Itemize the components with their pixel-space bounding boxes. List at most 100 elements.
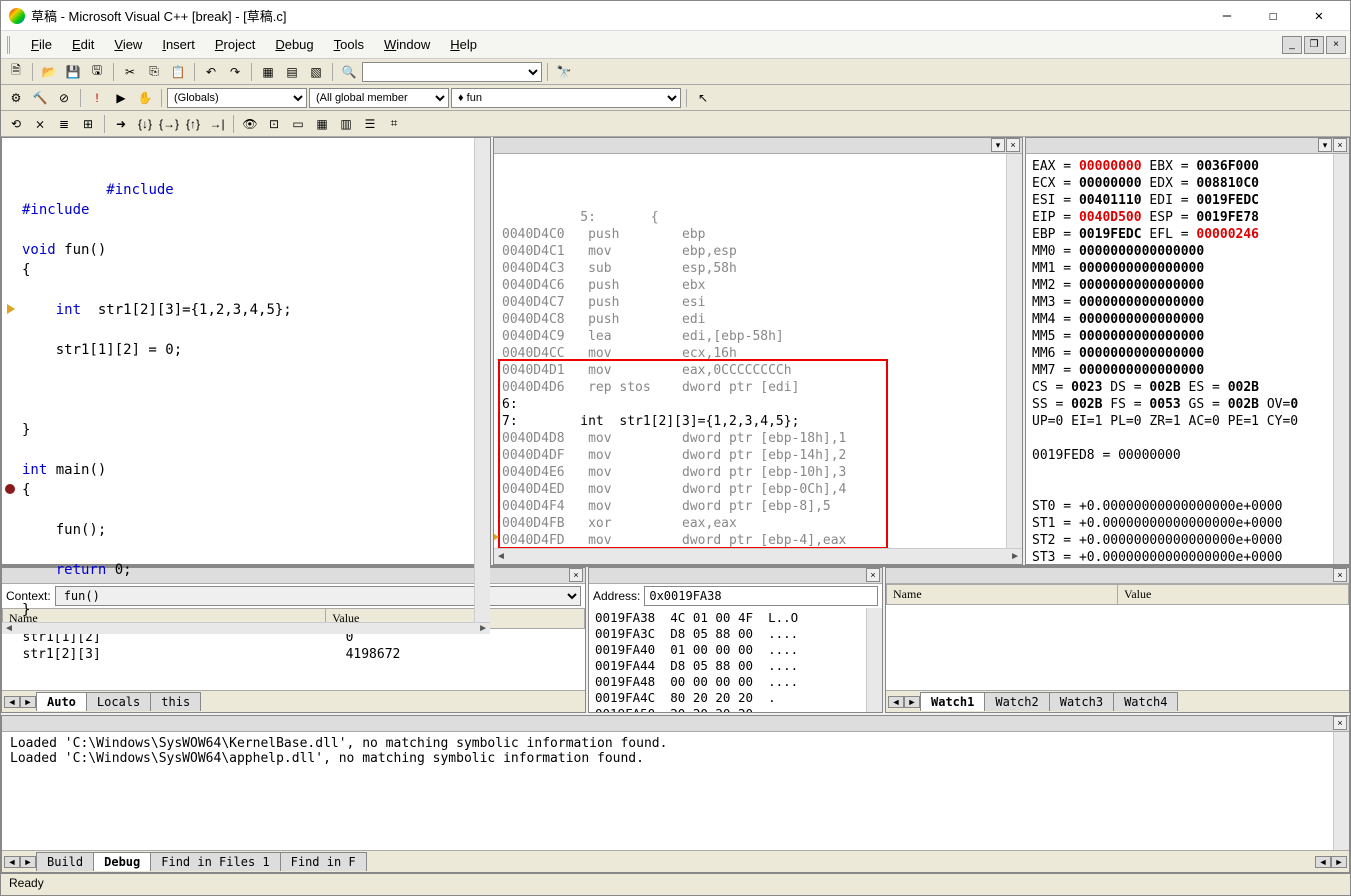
pane-close-icon[interactable]: ×	[1333, 716, 1347, 730]
watch-table[interactable]: NameValue	[886, 584, 1349, 690]
menu-project[interactable]: Project	[205, 34, 265, 55]
compile-icon[interactable]: ⚙	[5, 87, 27, 109]
wand-icon[interactable]: ↖	[692, 87, 714, 109]
tab-watch4[interactable]: Watch4	[1113, 692, 1178, 711]
tab-find-in-files-1[interactable]: Find in Files 1	[150, 852, 280, 871]
step-over-icon[interactable]: {→}	[158, 113, 180, 135]
pane-close-icon[interactable]: ×	[569, 568, 583, 582]
pane-close-icon[interactable]: ×	[1006, 138, 1020, 152]
paste-icon[interactable]: 📋	[167, 61, 189, 83]
asm-vscroll[interactable]	[1006, 154, 1022, 548]
close-button[interactable]: ✕	[1296, 2, 1342, 30]
titlebar[interactable]: 草稿 - Microsoft Visual C++ [break] - [草稿.…	[1, 1, 1350, 31]
mdi-minimize[interactable]: _	[1282, 36, 1302, 54]
callstack-icon[interactable]: ☰	[359, 113, 381, 135]
source-editor[interactable]: #include #include void fun() { int str1[…	[2, 138, 474, 622]
registers-view[interactable]: EAX = 00000000 EBX = 0036F000 ECX = 0000…	[1026, 154, 1333, 564]
workspace-icon[interactable]: ▦	[257, 61, 279, 83]
execute-icon[interactable]: !	[86, 87, 108, 109]
pane-close-icon[interactable]: ×	[866, 568, 880, 582]
scroll-right-icon[interactable]: ►	[1331, 856, 1347, 868]
apply-icon[interactable]: ⊞	[77, 113, 99, 135]
find-icon[interactable]: 🔍	[338, 61, 360, 83]
find-combo[interactable]	[362, 62, 542, 82]
asm-hscroll[interactable]: ◄►	[494, 548, 1022, 564]
restart-icon[interactable]: ⟲	[5, 113, 27, 135]
tab-find-in-f[interactable]: Find in F	[280, 852, 367, 871]
reg-vscroll[interactable]	[1333, 154, 1349, 564]
binoculars-icon[interactable]: 🔭	[553, 61, 575, 83]
minimize-button[interactable]: —	[1204, 2, 1250, 30]
mem-vscroll[interactable]	[866, 608, 882, 712]
menu-debug[interactable]: Debug	[265, 34, 323, 55]
pane-close-icon[interactable]: ×	[1333, 138, 1347, 152]
menu-help[interactable]: Help	[440, 34, 487, 55]
registers-icon[interactable]: ▦	[311, 113, 333, 135]
watch-icon[interactable]: ⊡	[263, 113, 285, 135]
scope-combo[interactable]: (Globals)	[167, 88, 307, 108]
step-into-icon[interactable]: {↓}	[134, 113, 156, 135]
pane-min-icon[interactable]: ▾	[1318, 138, 1332, 152]
tab-prev-icon[interactable]: ◄	[4, 856, 20, 868]
tab-debug[interactable]: Debug	[93, 852, 151, 871]
disassembly-view[interactable]: 5: { 0040D4C0 push ebp 0040D4C1 mov ebp,…	[494, 154, 1006, 548]
variables-icon[interactable]: ▭	[287, 113, 309, 135]
mdi-close[interactable]: ×	[1326, 36, 1346, 54]
tab-this[interactable]: this	[150, 692, 201, 711]
cascade-icon[interactable]: ▧	[305, 61, 327, 83]
quickwatch-icon[interactable]: 👁	[239, 113, 261, 135]
mdi-restore[interactable]: ❐	[1304, 36, 1324, 54]
build-icon[interactable]: 🔨	[29, 87, 51, 109]
members-combo[interactable]: (All global member	[309, 88, 449, 108]
run-to-cursor-icon[interactable]: →|	[206, 113, 228, 135]
break-all-icon[interactable]: ≣	[53, 113, 75, 135]
tab-next-icon[interactable]: ►	[904, 696, 920, 708]
stop-debug-icon[interactable]: ⨯	[29, 113, 51, 135]
breakpoint-icon[interactable]	[5, 484, 15, 494]
maximize-button[interactable]: ☐	[1250, 2, 1296, 30]
save-icon[interactable]: 💾	[62, 61, 84, 83]
step-out-icon[interactable]: {↑}	[182, 113, 204, 135]
save-all-icon[interactable]: 🖫	[86, 61, 108, 83]
menu-window[interactable]: Window	[374, 34, 440, 55]
function-combo[interactable]: ♦ fun	[451, 88, 681, 108]
menu-edit[interactable]: Edit	[62, 34, 104, 55]
menu-insert[interactable]: Insert	[152, 34, 205, 55]
menu-file[interactable]: File	[21, 34, 62, 55]
tab-watch2[interactable]: Watch2	[984, 692, 1049, 711]
show-next-icon[interactable]: ➜	[110, 113, 132, 135]
pane-close-icon[interactable]: ×	[1333, 568, 1347, 582]
new-file-icon[interactable]: 🗎	[5, 61, 27, 83]
tab-build[interactable]: Build	[36, 852, 94, 871]
output-view[interactable]: Loaded 'C:\Windows\SysWOW64\KernelBase.d…	[2, 732, 1333, 850]
memory-view[interactable]: 0019FA38 4C 01 00 4F L..O 0019FA3C D8 05…	[589, 608, 866, 712]
out-vscroll[interactable]	[1333, 732, 1349, 850]
stop-build-icon[interactable]: ⊘	[53, 87, 75, 109]
break-icon[interactable]: ✋	[134, 87, 156, 109]
cut-icon[interactable]: ✂	[119, 61, 141, 83]
tab-locals[interactable]: Locals	[86, 692, 151, 711]
tab-prev-icon[interactable]: ◄	[888, 696, 904, 708]
scroll-left-icon[interactable]: ◄	[1315, 856, 1331, 868]
menu-view[interactable]: View	[104, 34, 152, 55]
tab-prev-icon[interactable]: ◄	[4, 696, 20, 708]
tab-watch1[interactable]: Watch1	[920, 692, 985, 711]
disasm-icon[interactable]: ⌗	[383, 113, 405, 135]
tab-auto[interactable]: Auto	[36, 692, 87, 711]
vscrollbar[interactable]	[474, 138, 490, 622]
redo-icon[interactable]: ↷	[224, 61, 246, 83]
address-input[interactable]	[644, 586, 878, 606]
undo-icon[interactable]: ↶	[200, 61, 222, 83]
go-icon[interactable]: ▶	[110, 87, 132, 109]
tab-watch3[interactable]: Watch3	[1049, 692, 1114, 711]
hscrollbar[interactable]: ◄►	[2, 622, 490, 634]
menu-tools[interactable]: Tools	[324, 34, 374, 55]
memory-icon[interactable]: ▥	[335, 113, 357, 135]
pane-min-icon[interactable]: ▾	[991, 138, 1005, 152]
tab-next-icon[interactable]: ►	[20, 856, 36, 868]
open-icon[interactable]: 📂	[38, 61, 60, 83]
tab-next-icon[interactable]: ►	[20, 696, 36, 708]
menu-grip[interactable]	[7, 36, 15, 54]
tile-icon[interactable]: ▤	[281, 61, 303, 83]
copy-icon[interactable]: ⎘	[143, 61, 165, 83]
